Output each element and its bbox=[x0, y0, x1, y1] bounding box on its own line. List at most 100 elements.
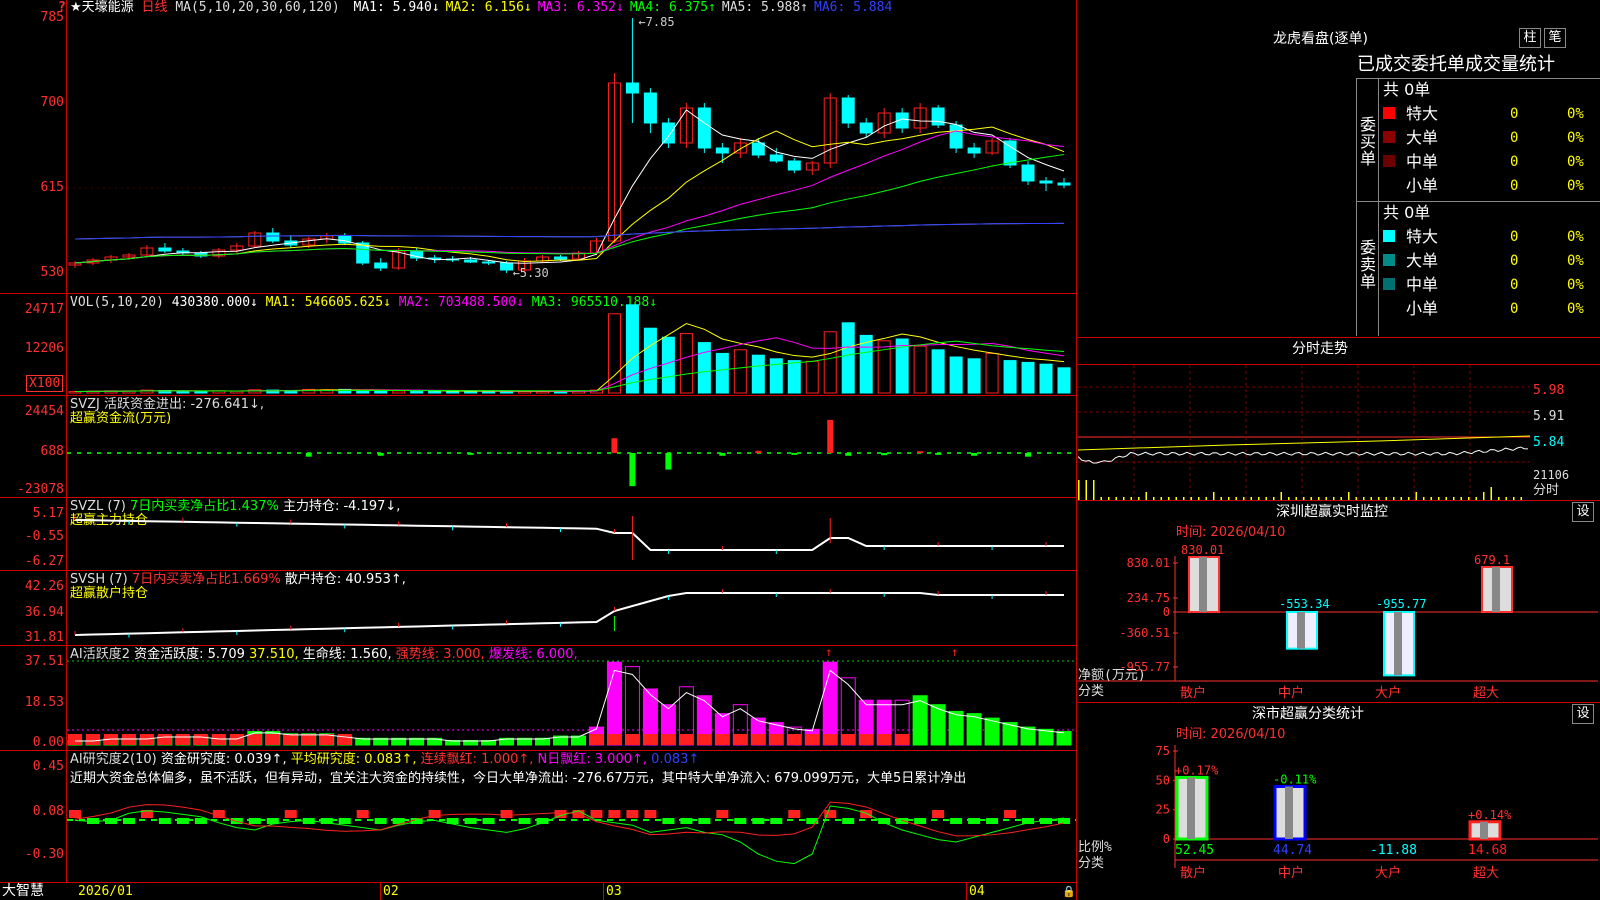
svsh-ytick: 31.81 bbox=[24, 630, 64, 645]
main-force-chart bbox=[74, 516, 1064, 560]
activity-base bbox=[895, 734, 910, 745]
sell-row-name: 小单 bbox=[1406, 299, 1439, 318]
retail-chart bbox=[74, 589, 1064, 638]
buy-swatch bbox=[1383, 155, 1395, 167]
candle-body bbox=[967, 147, 981, 154]
sz-class-change: +0.17% bbox=[1175, 763, 1219, 777]
research-bar bbox=[1004, 810, 1017, 818]
activity-base bbox=[715, 734, 730, 745]
sz-monitor-category: 超大 bbox=[1473, 686, 1499, 701]
ai-research-ytick: 0.08 bbox=[32, 804, 64, 819]
activity-base bbox=[265, 734, 280, 745]
activity-bar bbox=[606, 661, 622, 746]
svzj-ytick: 688 bbox=[40, 444, 64, 459]
sz-net-amount-chart: 830.01 234.750 -360.51 -955.77 830.01 散户 -553.… bbox=[1078, 543, 1598, 701]
ai-activity-ytick: 37.51 bbox=[24, 654, 64, 669]
candle-body bbox=[374, 262, 388, 269]
volume-chart bbox=[68, 304, 1071, 394]
kline-panel[interactable]: ? ★天壕能源 日线 MA(5,10,20,30,60,120) MA1: 5.… bbox=[0, 0, 1077, 900]
sell-swatch bbox=[1383, 302, 1395, 314]
sz-class-change: -0.11% bbox=[1273, 773, 1317, 787]
sell-row-count: 0 bbox=[1510, 301, 1519, 317]
flow-bar bbox=[719, 453, 726, 456]
sz-class-change: +0.14% bbox=[1468, 808, 1512, 822]
intraday-volume-bar bbox=[1085, 480, 1087, 500]
flow-bar bbox=[845, 453, 852, 456]
vol-ytick: 12206 bbox=[24, 341, 64, 356]
volume-bar bbox=[967, 358, 981, 394]
volume-bar bbox=[805, 360, 819, 394]
activity-base bbox=[68, 734, 82, 745]
activity-base bbox=[301, 734, 316, 745]
intraday-chart[interactable] bbox=[1078, 365, 1600, 500]
activity-bar bbox=[948, 710, 964, 746]
research-bar bbox=[716, 810, 729, 818]
xaxis-label: 2026/01 bbox=[78, 884, 133, 899]
sz-class-category: 散户 bbox=[1180, 865, 1206, 881]
candle-body bbox=[661, 122, 675, 144]
buy-row-name: 中单 bbox=[1406, 152, 1439, 171]
vol-unit[interactable]: X100 bbox=[26, 375, 64, 392]
buy-swatch bbox=[1383, 179, 1395, 191]
volume-bar bbox=[392, 390, 406, 394]
sz-class-ytick: 75 bbox=[1156, 744, 1170, 758]
ma-line bbox=[74, 222, 1065, 240]
volume-bar bbox=[679, 333, 693, 394]
candle-body bbox=[1039, 180, 1053, 184]
buy-row-pct: 0% bbox=[1567, 130, 1584, 146]
tick-mode-button[interactable]: 笔 bbox=[1544, 28, 1566, 48]
sell-row-pct: 0% bbox=[1567, 253, 1584, 269]
buy-row-name: 小单 bbox=[1406, 176, 1439, 195]
sz-class-bar-shade bbox=[1285, 786, 1293, 839]
xaxis-label: 04 bbox=[969, 884, 985, 899]
intraday-volume-bar bbox=[1280, 492, 1282, 500]
activity-base bbox=[877, 734, 892, 745]
xaxis-label: 03 bbox=[606, 884, 622, 899]
activity-base bbox=[733, 734, 748, 745]
buy-row-pct: 0% bbox=[1567, 178, 1584, 194]
sz-monitor-category: 中户 bbox=[1278, 685, 1304, 701]
sz-class-ratio: 14.68 bbox=[1468, 843, 1507, 858]
activity-base bbox=[247, 734, 262, 745]
xaxis-label: 02 bbox=[383, 884, 399, 899]
sz-ratio-chart: 75 50 25 0 +0.17% 52.45 散户 -0.11% 44.74 中户 -11.88 大… bbox=[1078, 744, 1598, 881]
flow-bar bbox=[971, 453, 978, 456]
activity-base bbox=[823, 734, 838, 745]
intraday-panel[interactable]: 分时走势 5.98 5.91 5.84 21106 分时 bbox=[1078, 338, 1600, 500]
sz-class-bar-shade bbox=[1480, 821, 1488, 839]
flow-bar bbox=[629, 453, 636, 487]
ai-activity-ytick: 0.00 bbox=[32, 735, 64, 750]
candle-body bbox=[841, 97, 855, 124]
activity-bar bbox=[624, 666, 640, 746]
buy-row-count: 0 bbox=[1510, 178, 1519, 194]
arrow-marker: ↑ bbox=[825, 646, 832, 659]
volume-bar bbox=[733, 349, 747, 394]
bar-mode-button[interactable]: 柱 bbox=[1519, 28, 1541, 48]
activity-base bbox=[805, 734, 820, 745]
sz-class-ratio: 52.45 bbox=[1175, 843, 1214, 858]
candlestick-chart[interactable]: ←7.85 ←5.30 bbox=[67, 0, 1076, 293]
candle-body bbox=[751, 142, 765, 156]
candle-body bbox=[500, 262, 514, 271]
buy-row-pct: 0% bbox=[1567, 154, 1584, 170]
candle-body bbox=[482, 261, 496, 264]
activity-base bbox=[211, 734, 226, 745]
intraday-ytick: 5.98 bbox=[1533, 383, 1565, 398]
sz-monitor-ylabel: 净额(万元) bbox=[1078, 668, 1146, 683]
volume-bar bbox=[643, 327, 657, 394]
volume-bar bbox=[661, 336, 675, 394]
sell-swatch bbox=[1383, 230, 1395, 242]
research-chart bbox=[67, 801, 1076, 865]
sz-monitor-category: 散户 bbox=[1180, 685, 1206, 701]
flow-bar bbox=[1025, 453, 1032, 457]
buy-row-name: 特大 bbox=[1406, 104, 1439, 123]
sell-row-pct: 0% bbox=[1567, 229, 1584, 245]
activity-chart: ↑ ↑ bbox=[67, 646, 1076, 746]
indicator-line bbox=[74, 592, 1064, 636]
sz-class-panel: 深市超赢分类统计 设 时间: 2026/04/10 75 50 25 0 +0.17% 5… bbox=[1078, 703, 1600, 900]
activity-base bbox=[859, 734, 874, 745]
activity-base bbox=[787, 734, 802, 745]
ai-research-ytick: -0.30 bbox=[24, 847, 64, 862]
candle-body bbox=[769, 154, 783, 162]
lock-icon[interactable]: 🔒 bbox=[1062, 884, 1076, 899]
